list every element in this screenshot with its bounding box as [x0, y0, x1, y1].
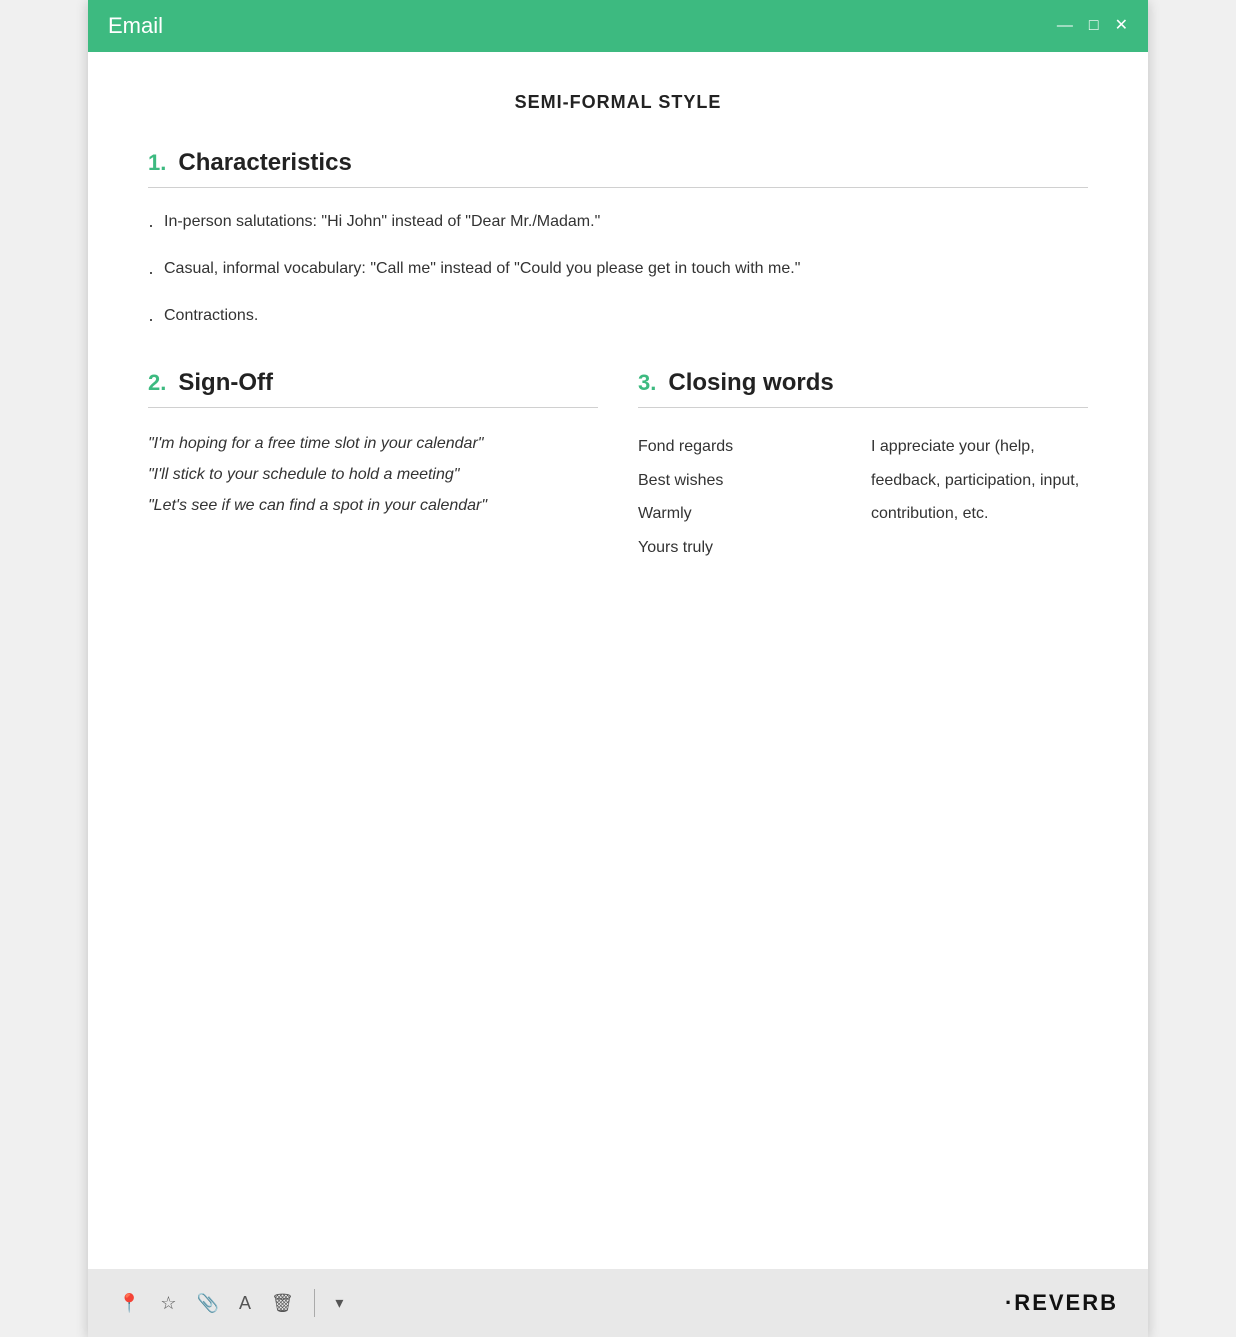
bullet-dot: · — [148, 306, 154, 333]
bullet-dot: · — [148, 212, 154, 239]
location-icon[interactable]: 📍 — [118, 1293, 140, 1314]
logo-text: ·REVERB — [1005, 1290, 1118, 1315]
section2-title: Sign-Off — [178, 369, 273, 397]
section3-number: 3. — [638, 370, 656, 396]
section3-title: Closing words — [668, 369, 833, 397]
signoff-list: "I'm hoping for a free time slot in your… — [148, 430, 598, 520]
bullet-item: · Contractions. — [148, 304, 1088, 333]
bullet-text: Casual, informal vocabulary: "Call me" i… — [164, 257, 800, 281]
section2-header: 2. Sign-Off — [148, 369, 598, 397]
section3-header: 3. Closing words — [638, 369, 1088, 397]
closing-word: Fond regards — [638, 430, 855, 464]
dropdown-button[interactable]: ▾ — [335, 1293, 343, 1313]
section3-divider — [638, 407, 1088, 408]
main-content: SEMI-FORMAL STYLE 1. Characteristics · I… — [88, 52, 1148, 1269]
app-window: Email — □ ✕ SEMI-FORMAL STYLE 1. Charact… — [88, 0, 1148, 1337]
characteristics-list: · In-person salutations: "Hi John" inste… — [148, 210, 1088, 333]
signoff-quote: "Let's see if we can find a spot in your… — [148, 492, 598, 519]
section1-divider — [148, 187, 1088, 188]
close-button[interactable]: ✕ — [1115, 18, 1128, 34]
paperclip-icon[interactable]: 📎 — [197, 1293, 219, 1314]
footer-tools: 📍 ☆ 📎 A 🗑 ▾ — [118, 1289, 343, 1317]
section1-header: 1. Characteristics — [148, 149, 1088, 177]
window-controls: — □ ✕ — [1057, 18, 1128, 34]
section1-title: Characteristics — [178, 149, 351, 177]
closing-word: Best wishes — [638, 464, 855, 498]
signoff-quote: "I'm hoping for a free time slot in your… — [148, 430, 598, 457]
section-signoff: 2. Sign-Off "I'm hoping for a free time … — [148, 369, 598, 564]
two-column-section: 2. Sign-Off "I'm hoping for a free time … — [148, 369, 1088, 564]
closing-grid: Fond regards Best wishes Warmly Yours tr… — [638, 430, 1088, 564]
delete-icon[interactable]: 🗑 — [271, 1293, 294, 1314]
bullet-item: · In-person salutations: "Hi John" inste… — [148, 210, 1088, 239]
titlebar: Email — □ ✕ — [88, 0, 1148, 52]
bullet-text: Contractions. — [164, 304, 258, 328]
chevron-down-icon: ▾ — [335, 1293, 343, 1313]
bullet-text: In-person salutations: "Hi John" instead… — [164, 210, 600, 234]
footer-divider — [314, 1289, 316, 1317]
section2-number: 2. — [148, 370, 166, 396]
reverb-logo: ·REVERB — [1005, 1290, 1118, 1316]
closing-words-left: Fond regards Best wishes Warmly Yours tr… — [638, 430, 855, 564]
section-closing: 3. Closing words Fond regards Best wishe… — [638, 369, 1088, 564]
closing-word: Warmly — [638, 497, 855, 531]
closing-description: I appreciate your (help, feedback, parti… — [871, 430, 1088, 531]
section2-divider — [148, 407, 598, 408]
closing-words-right: I appreciate your (help, feedback, parti… — [871, 430, 1088, 564]
closing-word: Yours truly — [638, 531, 855, 565]
signoff-quote: "I'll stick to your schedule to hold a m… — [148, 461, 598, 488]
star-icon[interactable]: ☆ — [160, 1293, 176, 1314]
minimize-button[interactable]: — — [1057, 18, 1073, 34]
bullet-item: · Casual, informal vocabulary: "Call me"… — [148, 257, 1088, 286]
text-format-icon[interactable]: A — [239, 1293, 251, 1314]
page-title: SEMI-FORMAL STYLE — [148, 92, 1088, 113]
section-characteristics: 1. Characteristics · In-person salutatio… — [148, 149, 1088, 333]
section1-number: 1. — [148, 150, 166, 176]
maximize-button[interactable]: □ — [1089, 18, 1099, 34]
app-title: Email — [108, 13, 163, 39]
footer: 📍 ☆ 📎 A 🗑 ▾ ·REVERB — [88, 1269, 1148, 1337]
bullet-dot: · — [148, 259, 154, 286]
